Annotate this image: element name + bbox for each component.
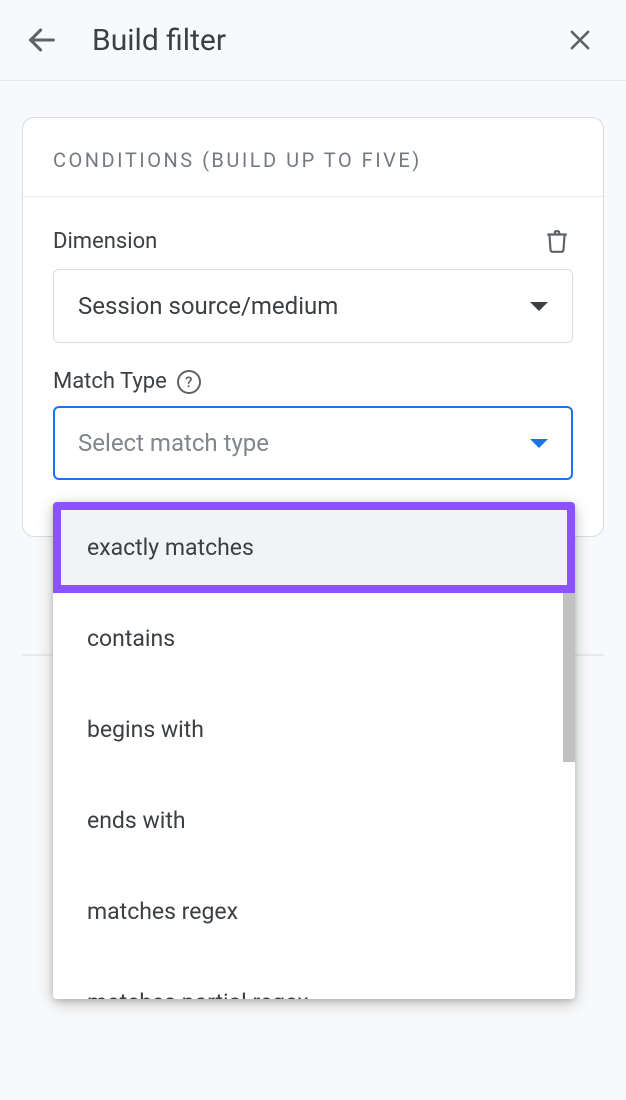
delete-condition-button[interactable] [541,225,573,257]
chevron-down-icon [530,439,548,448]
dimension-select[interactable]: Session source/medium [53,269,573,343]
match-option-matches-partial-regex[interactable]: matches partial regex [53,957,575,999]
match-type-label: Match Type ? [53,369,201,394]
section-label: CONDITIONS (BUILD UP TO FIVE) [53,148,573,172]
dialog-title: Build filter [92,23,530,58]
match-option-ends-with[interactable]: ends with [53,775,575,866]
dimension-row: Dimension [53,225,573,257]
match-option-matches-regex[interactable]: matches regex [53,866,575,957]
card-header: CONDITIONS (BUILD UP TO FIVE) [23,118,603,197]
close-button[interactable] [558,18,602,62]
match-option-begins-with[interactable]: begins with [53,684,575,775]
match-type-dropdown: exactly matches contains begins with end… [53,502,575,999]
match-type-row: Match Type ? [53,369,573,394]
dialog-header: Build filter [0,0,626,81]
card-body: Dimension Session source/medium Match Ty… [23,197,603,536]
conditions-card: CONDITIONS (BUILD UP TO FIVE) Dimension … [22,117,604,537]
dimension-label: Dimension [53,229,157,254]
chevron-down-icon [530,302,548,311]
match-type-select[interactable]: Select match type [53,406,573,480]
match-option-contains[interactable]: contains [53,593,575,684]
trash-icon [544,228,570,254]
arrow-left-icon [25,23,59,57]
match-option-exactly-matches[interactable]: exactly matches [53,502,575,593]
match-type-placeholder: Select match type [78,429,269,457]
dimension-select-value: Session source/medium [78,292,338,320]
close-icon [566,26,594,54]
back-button[interactable] [20,18,64,62]
help-icon[interactable]: ? [177,370,201,394]
match-type-label-text: Match Type [53,369,167,394]
